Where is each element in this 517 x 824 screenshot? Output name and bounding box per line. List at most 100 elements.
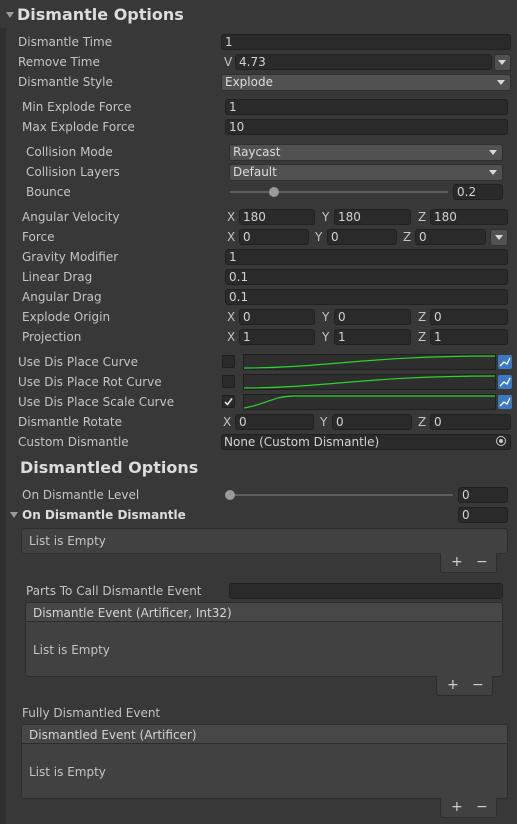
- collision-layers-dropdown[interactable]: Default: [229, 164, 503, 181]
- use-dis-place-curve-label: Use Dis Place Curve: [18, 355, 138, 369]
- force-x-field[interactable]: 0: [239, 229, 309, 245]
- curve-editor-icon[interactable]: [498, 355, 512, 369]
- angular-velocity-x-field[interactable]: 180: [239, 209, 315, 225]
- angular-velocity-y-field[interactable]: 180: [334, 209, 411, 225]
- foldout-arrow-icon[interactable]: [6, 12, 14, 18]
- explode-origin-x-field[interactable]: 0: [239, 309, 315, 325]
- dis-place-curve-field[interactable]: [243, 354, 496, 370]
- axis-y-label: Y: [315, 230, 323, 244]
- projection-label: Projection: [22, 330, 82, 344]
- list-empty-text: List is Empty: [29, 534, 106, 548]
- remove-item-button[interactable]: −: [476, 555, 488, 569]
- dis-place-scale-curve-field[interactable]: [243, 394, 496, 410]
- axis-y-label: Y: [322, 310, 330, 324]
- dismantle-event-title: Dismantle Event (Artificer, Int32): [33, 606, 232, 620]
- on-dismantle-level-slider-track[interactable]: [230, 494, 453, 496]
- axis-y-label: Y: [322, 210, 330, 224]
- on-dismantle-level-slider-handle[interactable]: [225, 490, 235, 500]
- gravity-modifier-field[interactable]: 1: [225, 249, 508, 265]
- remove-time-prefix: V: [224, 55, 233, 69]
- curve-editor-icon[interactable]: [498, 375, 512, 389]
- remove-time-label: Remove Time: [18, 55, 100, 69]
- axis-z-label: Z: [418, 310, 427, 324]
- remove-item-button[interactable]: −: [472, 678, 484, 692]
- projection-z-field[interactable]: 1: [430, 329, 508, 345]
- angular-drag-field[interactable]: 0.1: [225, 289, 508, 305]
- axis-y-label: Y: [320, 415, 328, 429]
- dismantle-rotate-z-field[interactable]: 0: [430, 414, 511, 430]
- foldout-arrow-icon[interactable]: [10, 512, 18, 518]
- inspector-panel: Dismantle Options Dismantle Time 1 Remov…: [0, 0, 517, 824]
- linear-drag-field[interactable]: 0.1: [225, 269, 508, 285]
- custom-dismantle-label: Custom Dismantle: [18, 435, 129, 449]
- remove-time-field[interactable]: 4.73: [235, 54, 492, 70]
- axis-z-label: Z: [418, 330, 427, 344]
- bounce-slider-track[interactable]: [230, 191, 448, 193]
- dismantled-event-title: Dismantled Event (Artificer): [29, 728, 197, 742]
- linear-drag-label: Linear Drag: [22, 270, 93, 284]
- dismantle-rotate-y-field[interactable]: 0: [332, 414, 412, 430]
- list-empty-text: List is Empty: [29, 765, 106, 779]
- min-explode-force-label: Min Explode Force: [22, 100, 132, 114]
- explode-origin-label: Explode Origin: [22, 310, 111, 324]
- force-z-field[interactable]: 0: [415, 229, 486, 245]
- max-explode-force-label: Max Explode Force: [22, 120, 135, 134]
- parts-to-call-field[interactable]: [229, 583, 503, 599]
- max-explode-force-field[interactable]: 10: [225, 119, 508, 135]
- remove-item-button[interactable]: −: [476, 800, 488, 814]
- explode-origin-z-field[interactable]: 0: [430, 309, 508, 325]
- dismantle-rotate-x-field[interactable]: 0: [235, 414, 314, 430]
- use-dis-place-rot-curve-label: Use Dis Place Rot Curve: [18, 375, 162, 389]
- axis-x-label: X: [223, 415, 232, 429]
- dismantle-style-dropdown[interactable]: Explode: [221, 74, 511, 91]
- dismantle-style-label: Dismantle Style: [18, 75, 113, 89]
- dis-place-rot-curve-field[interactable]: [243, 374, 496, 390]
- bounce-field[interactable]: 0.2: [453, 184, 503, 200]
- add-item-button[interactable]: +: [451, 555, 463, 569]
- axis-x-label: X: [227, 210, 236, 224]
- object-picker-icon[interactable]: [496, 436, 506, 446]
- dismantle-event-list: List is Empty: [25, 621, 503, 677]
- curve-editor-icon[interactable]: [498, 395, 512, 409]
- dismantled-event-header: Dismantled Event (Artificer): [21, 724, 508, 744]
- section-title-dismantle-options[interactable]: Dismantle Options: [17, 5, 184, 25]
- list-footer: + −: [440, 553, 497, 573]
- chevron-down-icon: [489, 170, 497, 175]
- chevron-down-icon: [497, 80, 505, 85]
- dismantle-style-value: Explode: [225, 75, 273, 89]
- on-dismantle-level-label: On Dismantle Level: [22, 488, 140, 502]
- section-title-dismantled-options: Dismantled Options: [20, 458, 199, 477]
- use-dis-place-curve-checkbox[interactable]: [222, 355, 235, 368]
- projection-y-field[interactable]: 1: [334, 329, 411, 345]
- projection-x-field[interactable]: 1: [239, 329, 315, 345]
- collision-mode-dropdown[interactable]: Raycast: [229, 144, 503, 161]
- min-explode-force-field[interactable]: 1: [225, 99, 508, 115]
- add-item-button[interactable]: +: [447, 678, 459, 692]
- bounce-slider-handle[interactable]: [268, 187, 279, 197]
- axis-y-label: Y: [322, 330, 330, 344]
- add-item-button[interactable]: +: [451, 800, 463, 814]
- curve-preview-icon: [244, 395, 495, 409]
- on-dismantle-dismantle-list: List is Empty: [21, 528, 508, 554]
- list-footer: + −: [436, 676, 493, 696]
- axis-z-label: Z: [403, 230, 412, 244]
- angular-velocity-z-field[interactable]: 180: [430, 209, 508, 225]
- dismantle-rotate-label: Dismantle Rotate: [18, 415, 122, 429]
- on-dismantle-dismantle-label[interactable]: On Dismantle Dismantle: [22, 507, 186, 523]
- collision-mode-label: Collision Mode: [26, 145, 113, 159]
- custom-dismantle-object-field[interactable]: None (Custom Dismantle): [221, 434, 511, 450]
- dismantle-time-field[interactable]: 1: [221, 34, 511, 50]
- axis-z-label: Z: [418, 210, 427, 224]
- use-dis-place-scale-curve-checkbox[interactable]: [222, 395, 235, 408]
- use-dis-place-rot-curve-checkbox[interactable]: [222, 375, 235, 388]
- explode-origin-y-field[interactable]: 0: [334, 309, 411, 325]
- dismantle-event-header: Dismantle Event (Artificer, Int32): [25, 602, 503, 622]
- force-mode-button[interactable]: [490, 229, 508, 246]
- on-dismantle-level-field[interactable]: 0: [458, 487, 508, 503]
- force-label: Force: [22, 230, 55, 244]
- remove-time-mode-button[interactable]: [494, 54, 511, 71]
- force-y-field[interactable]: 0: [327, 229, 397, 245]
- axis-x-label: X: [227, 310, 236, 324]
- axis-x-label: X: [227, 230, 236, 244]
- on-dismantle-dismantle-count-field[interactable]: 0: [458, 507, 508, 523]
